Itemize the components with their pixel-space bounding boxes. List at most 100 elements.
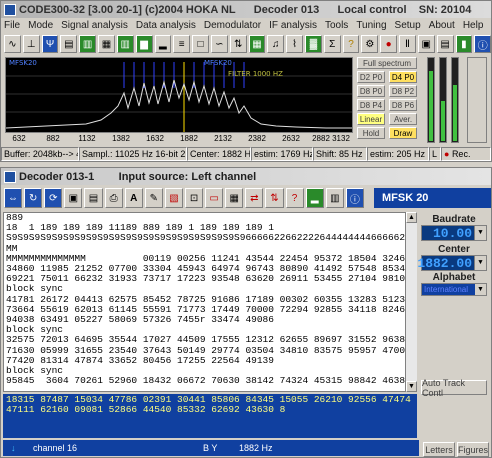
record-icon[interactable]: ● <box>380 35 398 53</box>
menu-setup[interactable]: Setup <box>395 20 421 31</box>
level-meters <box>423 57 489 145</box>
recv-line: S9S9S9S9S9S9S9S9S9S9S9S9S9S9S9S9S9S9S9S9… <box>6 232 417 244</box>
sonogram-icon[interactable]: ▓ <box>305 35 322 53</box>
pause-icon[interactable]: Ⅱ <box>399 35 416 53</box>
window-icon[interactable]: ▭ <box>205 188 224 208</box>
receive-scrollbar[interactable]: ▲ ▼ <box>405 212 417 392</box>
menu-help[interactable]: Help <box>463 20 484 31</box>
d2p0-button[interactable]: D2 P0 <box>357 71 385 83</box>
spectrum2-icon[interactable]: ▂ <box>154 35 172 53</box>
film-icon[interactable]: ▤ <box>436 35 454 53</box>
alphabet-select[interactable]: International ▼ <box>421 283 487 296</box>
full-spectrum-button[interactable]: Full spectrum <box>357 57 417 69</box>
menu-file[interactable]: File <box>4 20 20 31</box>
level-icon[interactable]: ▮ <box>455 35 473 53</box>
swap-icon[interactable]: ⇄ <box>245 188 264 208</box>
decoder-title-bar[interactable]: Decoder 013-1 Input source: Left channel <box>1 168 491 185</box>
scope-icon[interactable]: ∿ <box>4 35 21 53</box>
meter-icon[interactable]: ▂ <box>305 188 324 208</box>
config-icon[interactable]: ⚙ <box>361 35 379 53</box>
hold-button[interactable]: Hold <box>357 127 385 139</box>
recv-line: 94038 63491 05227 58069 57326 7455r 3347… <box>6 314 274 326</box>
axis-tick: 2882 <box>312 134 330 143</box>
info-icon[interactable]: ⓘ <box>474 35 492 53</box>
sound-icon[interactable]: ♫ <box>267 35 285 53</box>
linear-button[interactable]: Linear <box>357 113 385 125</box>
edit-icon[interactable]: ✎ <box>144 188 163 208</box>
grid-icon[interactable]: ▦ <box>248 35 266 53</box>
main-title-bar[interactable]: CODE300-32 [3.00 20-1] (c)2004 HOKA NL D… <box>1 1 491 18</box>
d4p0-button[interactable]: D4 P0 <box>389 71 417 83</box>
menu-signal-analysis[interactable]: Signal analysis <box>61 20 128 31</box>
help-icon[interactable]: ? <box>342 35 360 53</box>
square-icon[interactable]: □ <box>192 35 209 53</box>
info2-icon[interactable]: ⓘ <box>345 188 364 208</box>
letters-button[interactable]: Letters <box>423 442 455 457</box>
alphabet-value: International <box>424 285 469 294</box>
center-field[interactable]: 1882.00 ▼ <box>417 255 487 271</box>
d8p0-button[interactable]: D8 P0 <box>357 85 385 97</box>
menu-mode[interactable]: Mode <box>28 20 53 31</box>
save-icon[interactable]: ▣ <box>417 35 435 53</box>
receive-text[interactable]: 889 18 1 189 189 189 11189 889 189 1 189 … <box>3 212 417 392</box>
frame-icon[interactable]: ⊡ <box>184 188 204 208</box>
scope3-icon[interactable]: ∽ <box>210 35 228 53</box>
alphabet-dropdown-icon[interactable]: ▼ <box>475 284 486 295</box>
bars2-icon[interactable]: ▦ <box>98 35 115 53</box>
decoder-toolbar: ⇔ ↻ ⟳ ▣ ▤ ⎙ A ✎ ▧ ⊡ ▭ ▦ ⇄ ⇅ ? ▂ ▥ ⓘ MFSK… <box>1 185 492 211</box>
align-icon[interactable]: ⇔ <box>4 188 23 208</box>
axis-tick: 1632 <box>146 134 164 143</box>
spectrum-label-left: MFSK20 <box>9 59 37 67</box>
disk-icon[interactable]: ▣ <box>64 188 83 208</box>
status-estim2: estim: 205 Hz <box>367 147 429 161</box>
grid2-icon[interactable]: ▥ <box>325 188 344 208</box>
current-text[interactable]: 18315 87487 15034 47786 02391 30441 8580… <box>3 394 417 438</box>
print-icon[interactable]: ⎙ <box>104 188 123 208</box>
draw-button[interactable]: Draw <box>389 127 417 139</box>
scroll-down-icon[interactable]: ▼ <box>406 381 417 392</box>
spectrum-trace <box>5 79 352 129</box>
decoder-status-bar: ↓ channel 16 B Y 1882 Hz <box>3 440 419 456</box>
auto-track-button[interactable]: Auto Track Contl <box>421 378 487 398</box>
menu-tuning[interactable]: Tuning <box>356 20 386 31</box>
d8p6-button[interactable]: D8 P6 <box>389 99 417 111</box>
menu-about[interactable]: About <box>429 20 455 31</box>
menu-data-analysis[interactable]: Data analysis <box>136 20 196 31</box>
updown-icon[interactable]: ⇅ <box>265 188 284 208</box>
font-icon[interactable]: A <box>124 188 143 208</box>
list-icon[interactable]: ≡ <box>173 35 191 53</box>
menu-if-analysis[interactable]: IF analysis <box>269 20 317 31</box>
center-dropdown-icon[interactable]: ▼ <box>474 256 486 270</box>
graph-icon[interactable]: ⌇ <box>286 35 303 53</box>
record-dot-icon: ● <box>444 149 452 159</box>
d8p2-button[interactable]: D8 P2 <box>389 85 417 97</box>
sigma-icon[interactable]: Σ <box>323 35 341 53</box>
level-slider[interactable] <box>467 57 487 143</box>
aver-button[interactable]: Aver. <box>389 113 417 125</box>
disk2-icon[interactable]: ▤ <box>84 188 103 208</box>
spectrum-icon[interactable]: ▆ <box>135 35 153 53</box>
figures-button[interactable]: Figures <box>457 442 489 457</box>
menu-tools[interactable]: Tools <box>325 20 348 31</box>
baudrate-field[interactable]: 10.00 ▼ <box>421 225 487 241</box>
status-l: L <box>429 147 441 161</box>
table-icon[interactable]: ▦ <box>225 188 244 208</box>
spectrum-display[interactable]: MFSK20 MFSK20 FILTER 1000 HZ <box>5 57 353 133</box>
shift-icon[interactable]: ⇅ <box>229 35 247 53</box>
rotate-icon[interactable]: ⟳ <box>44 188 63 208</box>
scroll-up-icon[interactable]: ▲ <box>406 212 417 223</box>
scope2-icon[interactable]: ⊥ <box>22 35 40 53</box>
main-window-title: CODE300-32 [3.00 20-1] (c)2004 HOKA NL D… <box>19 3 472 16</box>
waterfall2-icon[interactable]: ▥ <box>116 35 134 53</box>
waterfall-icon[interactable]: ▥ <box>79 35 97 53</box>
baudrate-dropdown-icon[interactable]: ▼ <box>474 226 486 240</box>
filter-icon[interactable]: Ψ <box>41 35 59 53</box>
menu-demodulator[interactable]: Demodulator <box>204 20 261 31</box>
refresh-icon[interactable]: ↻ <box>24 188 43 208</box>
axis-tick: 882 <box>46 134 60 143</box>
question-icon[interactable]: ? <box>285 188 304 208</box>
chart-icon[interactable]: ▧ <box>164 188 183 208</box>
decoder-window-title: Decoder 013-1 Input source: Left channel <box>19 170 257 183</box>
d8p4-button[interactable]: D8 P4 <box>357 99 385 111</box>
bars-icon[interactable]: ▤ <box>60 35 78 53</box>
